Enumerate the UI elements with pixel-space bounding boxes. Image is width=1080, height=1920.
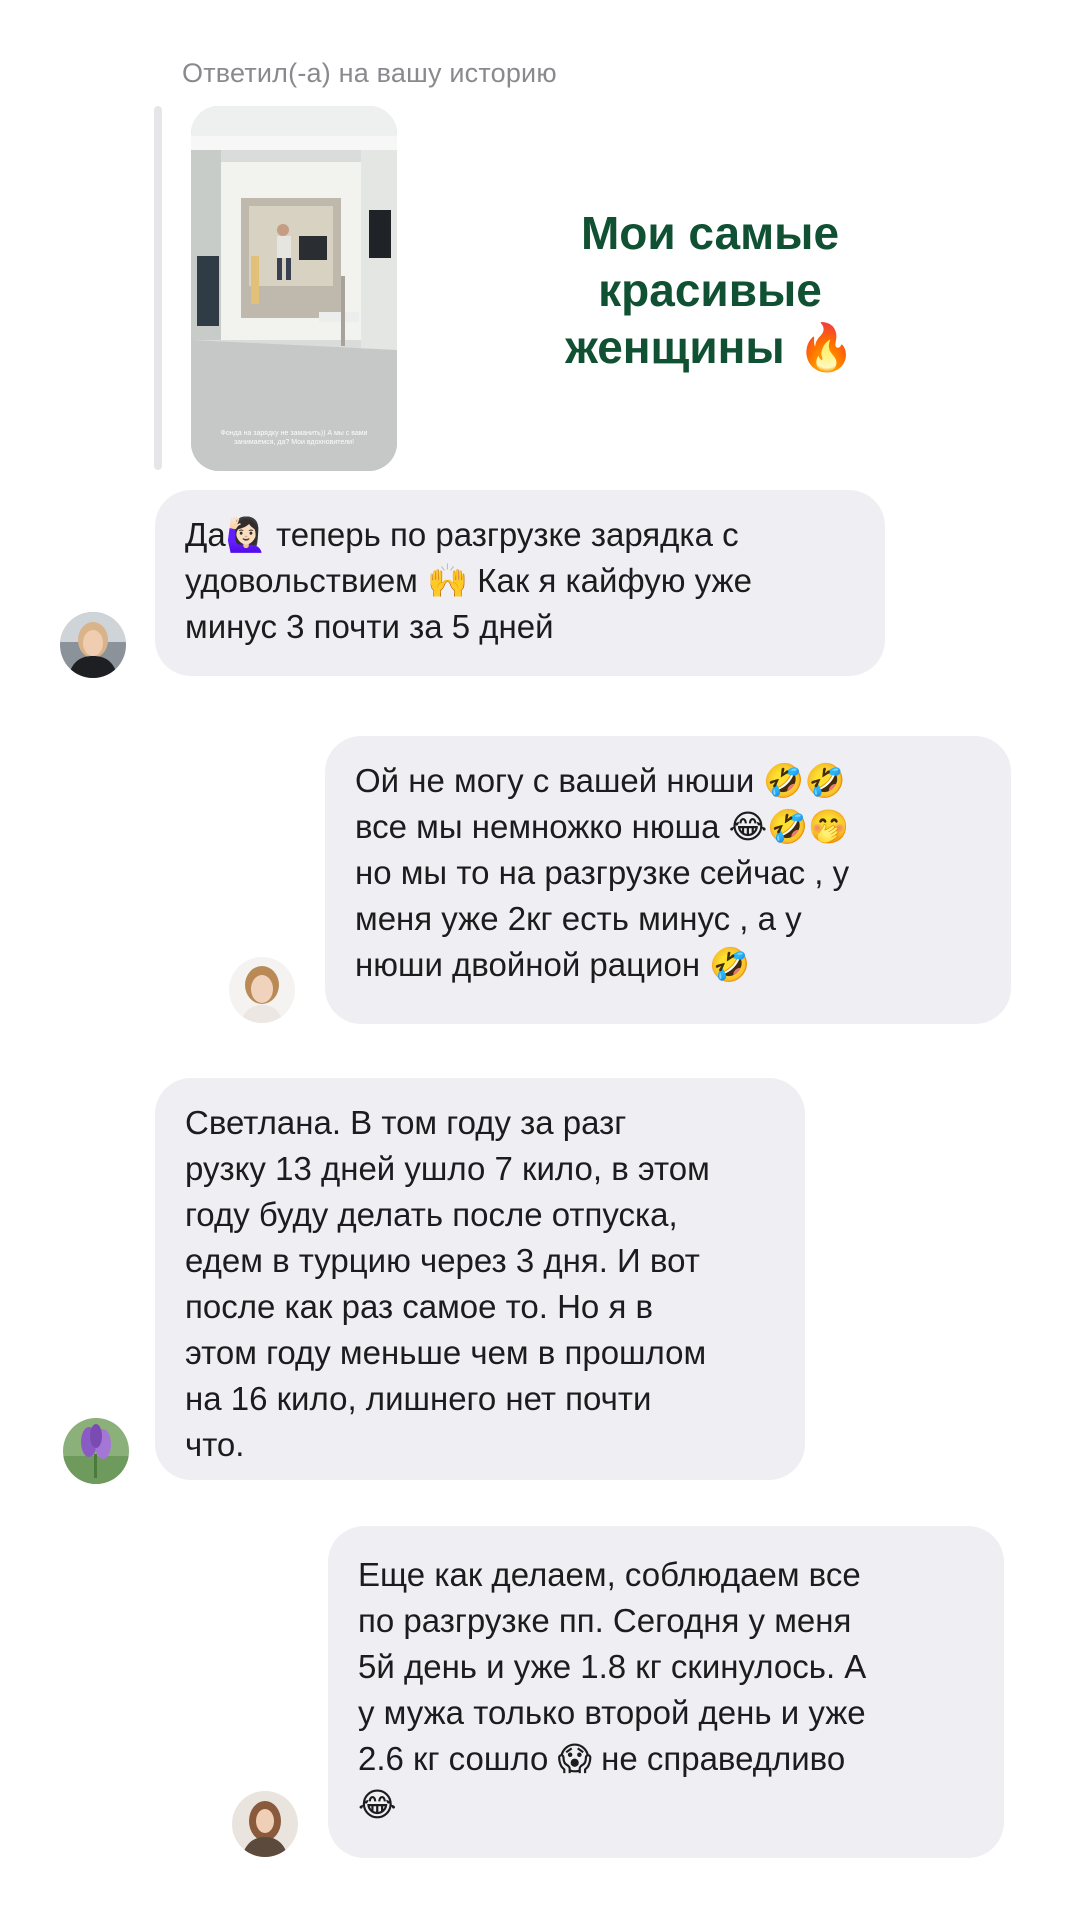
avatar[interactable]	[229, 957, 295, 1023]
message-bubble[interactable]: Еще как делаем, соблюдаем все по разгруз…	[328, 1526, 1004, 1858]
reply-label: Ответил(-а) на вашу историю	[182, 58, 557, 88]
quote-bar	[154, 106, 162, 470]
story-caption: Фонда на зарядку не заманить)) А мы с ва…	[220, 430, 368, 446]
story-thumbnail[interactable]: Фонда на зарядку не заманить)) А мы с ва…	[191, 106, 397, 471]
avatar-image	[232, 1791, 298, 1857]
avatar[interactable]	[63, 1418, 129, 1484]
avatar-image	[60, 612, 126, 678]
message-bubble[interactable]: Да🙋🏻‍♀️ теперь по разгрузке зарядка с уд…	[155, 490, 885, 676]
avatar[interactable]	[232, 1791, 298, 1857]
avatar-image	[229, 957, 295, 1023]
avatar-image	[63, 1418, 129, 1484]
story-image	[191, 106, 397, 471]
message-bubble[interactable]: Светлана. В том году за разг рузку 13 дн…	[155, 1078, 805, 1480]
story-text: Мои самые красивые женщины 🔥	[530, 205, 890, 376]
message-bubble[interactable]: Ой не могу с вашей нюши 🤣🤣 все мы немнож…	[325, 736, 1011, 1024]
fire-emoji: 🔥	[797, 321, 855, 373]
avatar[interactable]	[60, 612, 126, 678]
